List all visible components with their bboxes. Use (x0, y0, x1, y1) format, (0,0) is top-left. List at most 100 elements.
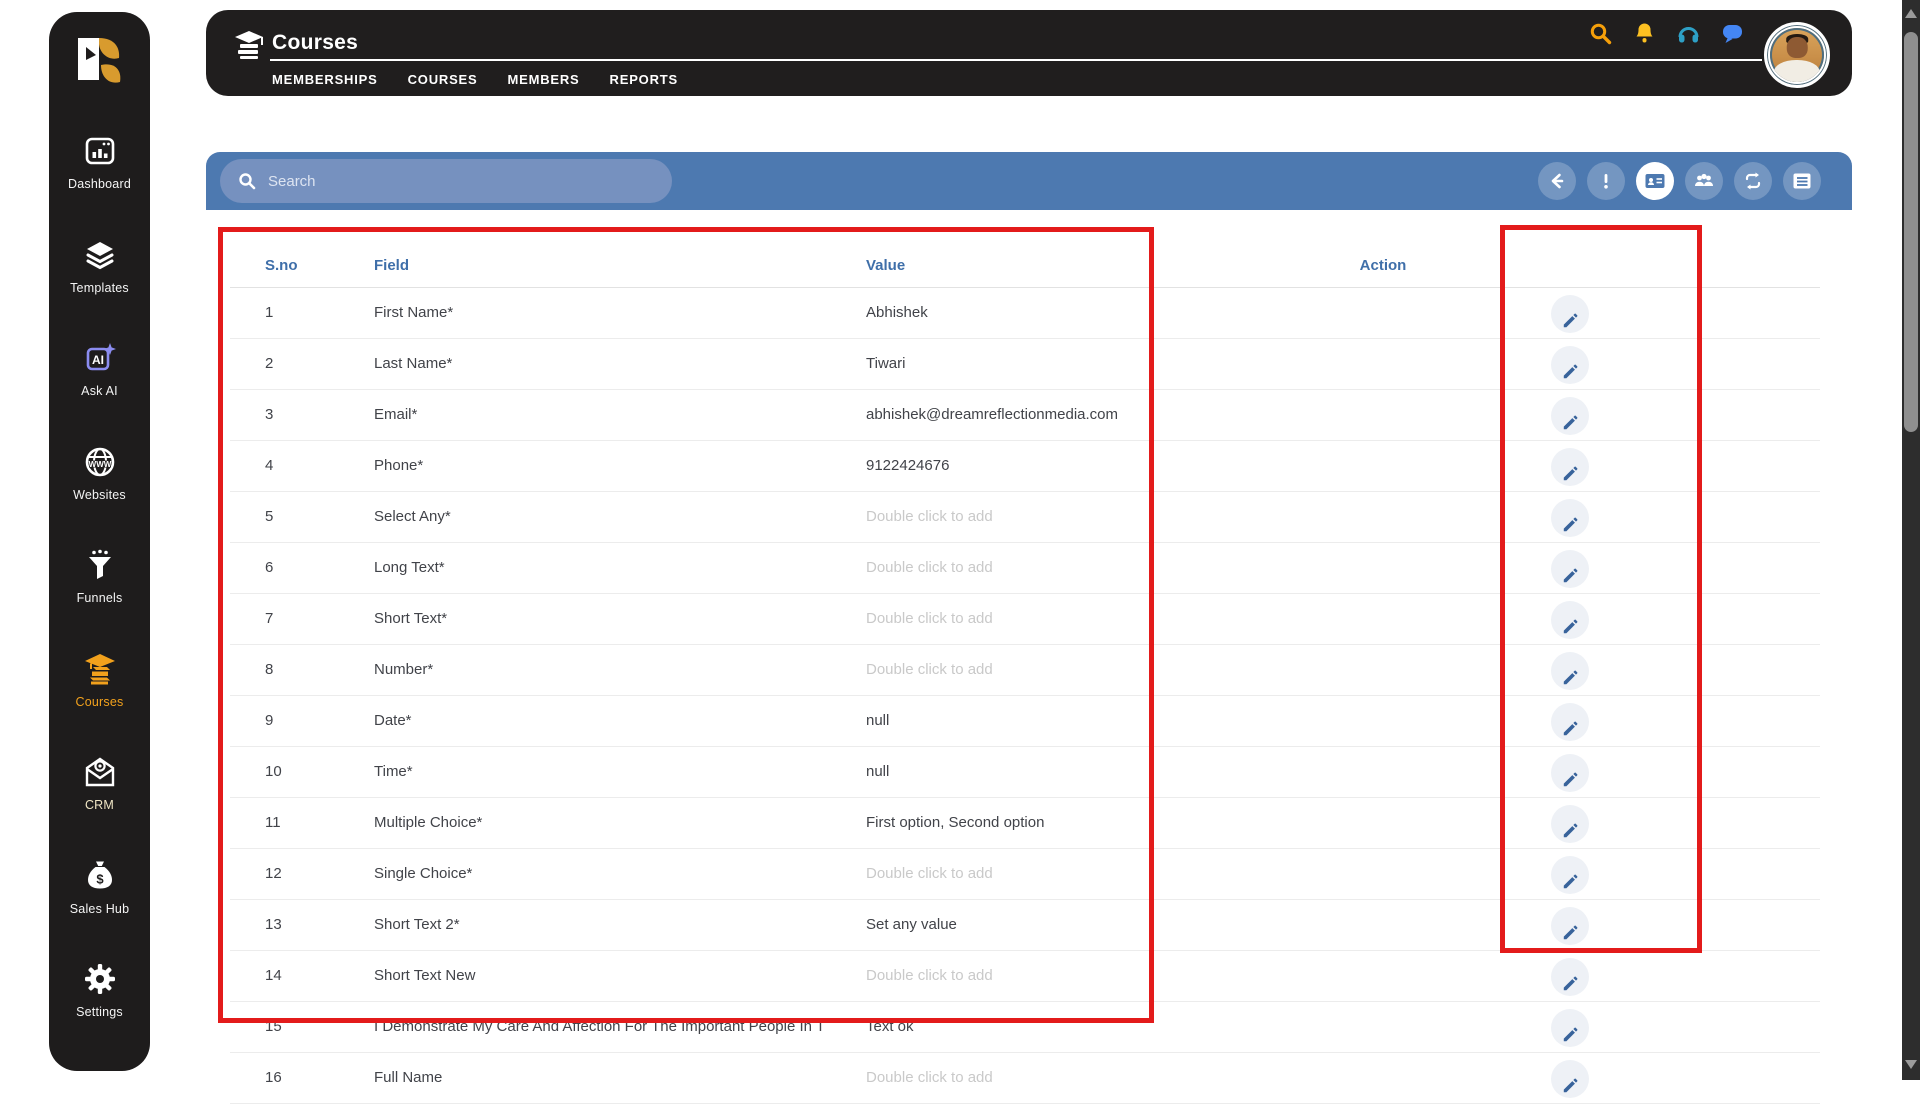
toolbar-buttons (1538, 162, 1821, 200)
list-button[interactable] (1783, 162, 1821, 200)
edit-row-button[interactable] (1551, 907, 1589, 945)
sidebar-item-templates[interactable]: Templates (49, 238, 150, 324)
cell-value[interactable]: Double click to add (866, 865, 993, 882)
pencil-icon (1561, 515, 1580, 534)
chat-icon[interactable] (1720, 21, 1745, 46)
search-input[interactable] (268, 172, 648, 190)
cell-value[interactable]: Double click to add (866, 1069, 993, 1086)
cell-value[interactable]: Double click to add (866, 610, 993, 627)
edit-row-button[interactable] (1551, 1009, 1589, 1047)
edit-row-button[interactable] (1551, 1060, 1589, 1098)
sidebar-item-label: Dashboard (68, 177, 131, 191)
cell-field: Short Text 2* (374, 916, 460, 933)
repeat-button[interactable] (1734, 162, 1772, 200)
pencil-icon (1561, 617, 1580, 636)
edit-row-button[interactable] (1551, 601, 1589, 639)
arrow-left-icon (1547, 171, 1567, 191)
nav-tab-memberships[interactable]: MEMBERSHIPS (272, 72, 378, 87)
list-icon (1791, 170, 1813, 192)
nav-tab-courses[interactable]: COURSES (408, 72, 478, 87)
cell-value[interactable]: 9122424676 (866, 457, 949, 474)
cell-value[interactable]: First option, Second option (866, 814, 1044, 831)
cell-value[interactable]: Double click to add (866, 508, 993, 525)
sidebar-item-label: Websites (73, 487, 126, 502)
cell-field: I Demonstrate My Care And Affection For … (374, 1018, 826, 1035)
sidebar-item-crm[interactable]: CRM (49, 755, 150, 841)
table-row: 15 I Demonstrate My Care And Affection Fo… (230, 1002, 1820, 1053)
sidebar-item-label: Settings (76, 1005, 123, 1019)
cell-value[interactable]: Double click to add (866, 967, 993, 984)
pencil-icon (1561, 464, 1580, 483)
cell-value[interactable]: abhishek@dreamreflectionmedia.com (866, 406, 1118, 423)
sidebar-item-sales-hub[interactable]: $ Sales Hub (49, 859, 150, 945)
edit-row-button[interactable] (1551, 448, 1589, 486)
scroll-up-arrow-icon[interactable] (1905, 9, 1917, 18)
svg-text:$: $ (96, 871, 104, 886)
edit-row-button[interactable] (1551, 856, 1589, 894)
edit-row-button[interactable] (1551, 397, 1589, 435)
scrollbar-thumb[interactable] (1904, 32, 1918, 432)
nav-tab-members[interactable]: MEMBERS (507, 72, 579, 87)
pencil-icon (1561, 1076, 1580, 1095)
contact-card-button[interactable] (1636, 162, 1674, 200)
cell-value[interactable]: null (866, 712, 889, 729)
edit-row-button[interactable] (1551, 805, 1589, 843)
app-logo[interactable] (72, 32, 126, 96)
avatar-photo (1770, 28, 1824, 82)
bell-icon[interactable] (1632, 21, 1657, 46)
table-row: 4 Phone* 9122424676 (230, 441, 1820, 492)
cell-field: Full Name (374, 1069, 443, 1086)
search-icon[interactable] (1588, 21, 1613, 46)
cell-value[interactable]: Text ok (866, 1018, 914, 1035)
scroll-down-arrow-icon[interactable] (1905, 1060, 1917, 1069)
cell-field: Long Text* (374, 559, 445, 576)
edit-row-button[interactable] (1551, 499, 1589, 537)
cell-sno: 7 (265, 610, 274, 627)
cell-sno: 3 (265, 406, 274, 423)
table-row: 6 Long Text* Double click to add (230, 543, 1820, 594)
headphones-icon[interactable] (1676, 21, 1701, 46)
cell-value[interactable]: null (866, 763, 889, 780)
sidebar-item-courses[interactable]: Courses (49, 652, 150, 738)
cell-field: Time* (374, 763, 413, 780)
cell-sno: 12 (265, 865, 282, 882)
avatar[interactable] (1764, 22, 1830, 88)
sidebar-item-dashboard[interactable]: Dashboard (49, 134, 150, 220)
cell-sno: 1 (265, 304, 274, 321)
group-icon (1693, 170, 1715, 192)
edit-row-button[interactable] (1551, 295, 1589, 333)
sidebar-item-ask-ai[interactable]: AI Ask AI (49, 341, 150, 427)
pencil-icon (1561, 1025, 1580, 1044)
edit-row-button[interactable] (1551, 703, 1589, 741)
col-header-field: Field (374, 257, 410, 274)
cell-value[interactable]: Set any value (866, 916, 957, 933)
pencil-icon (1561, 872, 1580, 891)
edit-row-button[interactable] (1551, 550, 1589, 588)
sidebar-item-websites[interactable]: WWW Websites (49, 445, 150, 531)
table-row: 16 Full Name Double click to add (230, 1053, 1820, 1104)
members-button[interactable] (1685, 162, 1723, 200)
header-nav: MEMBERSHIPS COURSES MEMBERS REPORTS (272, 72, 678, 87)
cell-value[interactable]: Double click to add (866, 661, 993, 678)
cell-value[interactable]: Double click to add (866, 559, 993, 576)
sales-hub-icon: $ (83, 859, 117, 893)
page-title: Courses (272, 31, 359, 54)
back-button[interactable] (1538, 162, 1576, 200)
edit-row-button[interactable] (1551, 958, 1589, 996)
pencil-icon (1561, 311, 1580, 330)
page-scrollbar[interactable] (1902, 0, 1920, 1080)
edit-row-button[interactable] (1551, 346, 1589, 384)
cell-value[interactable]: Abhishek (866, 304, 928, 321)
cell-value[interactable]: Tiwari (866, 355, 905, 372)
table-row: 11 Multiple Choice* First option, Second o… (230, 798, 1820, 849)
sidebar-item-settings[interactable]: Settings (49, 962, 150, 1048)
nav-tab-reports[interactable]: REPORTS (610, 72, 678, 87)
sidebar-item-label: Templates (70, 280, 129, 295)
edit-row-button[interactable] (1551, 652, 1589, 690)
alert-button[interactable] (1587, 162, 1625, 200)
edit-row-button[interactable] (1551, 754, 1589, 792)
cell-field: Select Any* (374, 508, 451, 525)
pencil-icon (1561, 566, 1580, 585)
sidebar-item-funnels[interactable]: Funnels (49, 548, 150, 634)
search-box[interactable] (220, 159, 672, 203)
